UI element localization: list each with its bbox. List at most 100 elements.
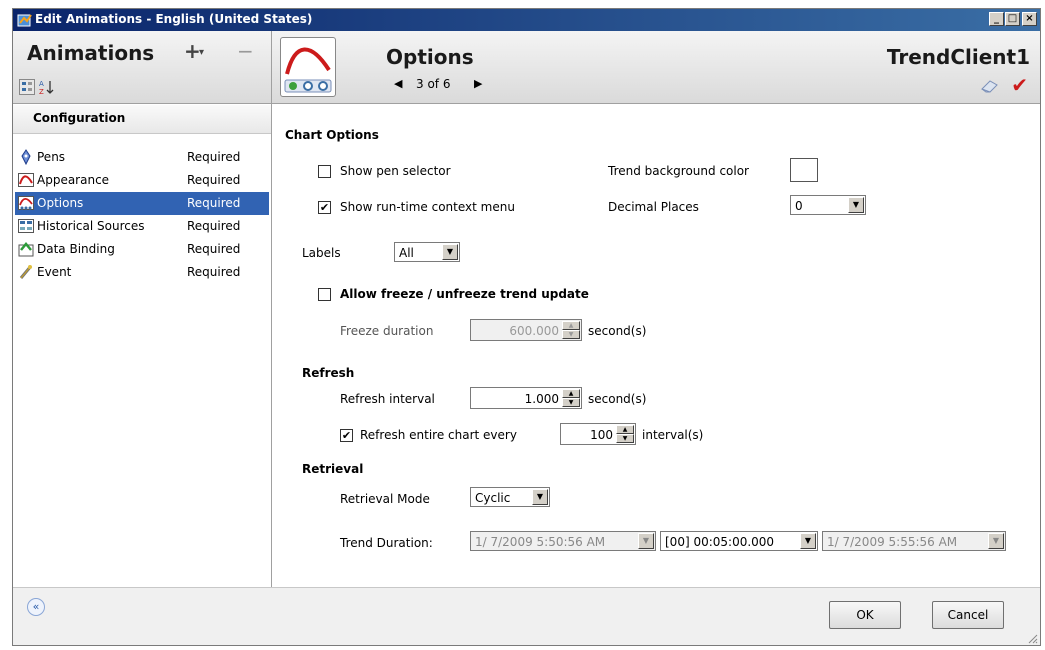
trend-duration-label: Trend Duration: (340, 536, 433, 550)
pager-text: 3 of 6 (416, 77, 451, 91)
categorized-view-icon[interactable] (19, 79, 35, 95)
refresh-interval-input[interactable]: 1.000 ▲ ▼ (470, 387, 582, 409)
app-icon (17, 14, 32, 27)
list-item-name: Event (37, 265, 72, 279)
trend-options-icon (280, 37, 336, 97)
chart-options-heading: Chart Options (285, 128, 379, 142)
trend-end-select[interactable]: 1/ 7/2009 5:55:56 AM ▼ (822, 531, 1006, 551)
svg-text:A: A (39, 80, 44, 88)
resize-grip-icon[interactable] (1026, 632, 1038, 644)
chevron-down-icon[interactable]: ▼ (532, 489, 548, 505)
show-pen-selector-checkbox[interactable] (318, 165, 331, 178)
data-binding-icon (18, 242, 34, 257)
list-item-name: Options (37, 196, 84, 210)
refresh-heading: Refresh (302, 366, 355, 380)
list-item-data-binding[interactable]: Data Binding Required (15, 238, 269, 261)
labels-value: All (399, 246, 414, 260)
allow-freeze-label: Allow freeze / unfreeze trend update (340, 287, 589, 301)
ok-button[interactable]: OK (829, 601, 901, 629)
retrieval-mode-value: Cyclic (475, 491, 511, 505)
eraser-icon[interactable] (980, 79, 1000, 93)
refresh-entire-spinner[interactable]: ▲ ▼ (616, 425, 634, 443)
retrieval-mode-select[interactable]: Cyclic ▼ (470, 487, 550, 507)
animations-pane: Animations + ▾ − A Z Configuration Pens … (13, 31, 272, 607)
show-context-menu-checkbox[interactable]: ✔ (318, 201, 331, 214)
list-item-status: Required (187, 242, 241, 256)
chevron-down-icon[interactable]: ▼ (988, 533, 1004, 549)
minimize-button[interactable]: _ (989, 12, 1004, 26)
list-item-status: Required (187, 150, 241, 164)
list-item-status: Required (187, 265, 241, 279)
dialog-footer: « OK Cancel (13, 587, 1040, 645)
list-item-event[interactable]: Event Required (15, 261, 269, 284)
show-context-menu-label: Show run-time context menu (340, 200, 515, 214)
maximize-button[interactable]: □ (1005, 12, 1020, 26)
list-item-historical-sources[interactable]: Historical Sources Required (15, 215, 269, 238)
list-item-status: Required (187, 196, 241, 210)
previous-page-icon[interactable]: ◀ (394, 77, 402, 90)
options-header: Options ◀ 3 of 6 ▶ TrendClient1 ✔ (272, 31, 1040, 104)
confirm-check-icon[interactable]: ✔ (1011, 73, 1028, 97)
list-item-name: Data Binding (37, 242, 115, 256)
list-item-status: Required (187, 219, 241, 233)
sort-alphabetical-icon[interactable]: A Z (39, 79, 55, 95)
chevron-down-icon[interactable]: ▼ (638, 533, 654, 549)
decimal-places-label: Decimal Places (608, 200, 699, 214)
trend-start-value: 1/ 7/2009 5:50:56 AM (475, 535, 606, 549)
chevron-down-icon[interactable]: ▼ (800, 533, 816, 549)
cancel-button[interactable]: Cancel (932, 601, 1004, 629)
list-item-name: Appearance (37, 173, 110, 187)
freeze-duration-label: Freeze duration (340, 324, 434, 338)
list-item-name: Historical Sources (37, 219, 145, 233)
labels-select[interactable]: All ▼ (394, 242, 460, 262)
freeze-duration-spinner[interactable]: ▲ ▼ (562, 321, 580, 339)
list-item-pens[interactable]: Pens Required (15, 146, 269, 169)
window-title: Edit Animations - English (United States… (35, 12, 313, 26)
refresh-entire-unit: interval(s) (642, 428, 704, 442)
next-page-icon[interactable]: ▶ (474, 77, 482, 90)
chevron-down-icon[interactable]: ▼ (442, 244, 458, 260)
trend-background-color-swatch[interactable] (790, 158, 818, 182)
animations-title: Animations (27, 41, 155, 65)
list-item-appearance[interactable]: Appearance Required (15, 169, 269, 192)
refresh-entire-label: Refresh entire chart every (360, 428, 517, 442)
options-form: Chart Options Show pen selector Trend ba… (272, 104, 1040, 607)
close-button[interactable]: × (1022, 12, 1037, 26)
animations-header: Animations + ▾ − A Z (13, 31, 271, 104)
refresh-interval-spinner[interactable]: ▲ ▼ (562, 389, 580, 407)
refresh-interval-value: 1.000 (524, 392, 559, 406)
collapse-pane-icon[interactable]: « (27, 598, 45, 616)
remove-animation-button[interactable]: − (237, 39, 254, 63)
trend-background-color-label: Trend background color (608, 164, 749, 178)
refresh-interval-label: Refresh interval (340, 392, 435, 406)
options-pane: Options ◀ 3 of 6 ▶ TrendClient1 ✔ Chart … (272, 31, 1040, 607)
edit-animations-window: Edit Animations - English (United States… (12, 8, 1041, 646)
options-icon (18, 196, 34, 210)
refresh-entire-checkbox[interactable]: ✔ (340, 429, 353, 442)
refresh-entire-input[interactable]: 100 ▲ ▼ (560, 423, 636, 445)
trend-duration-select[interactable]: [00] 00:05:00.000 ▼ (660, 531, 818, 551)
labels-label: Labels (302, 246, 341, 260)
chevron-down-icon[interactable]: ▼ (848, 197, 864, 213)
event-icon (19, 265, 33, 279)
configuration-header: Configuration (13, 105, 271, 134)
decimal-places-select[interactable]: 0 ▼ (790, 195, 866, 215)
refresh-entire-value: 100 (590, 428, 613, 442)
freeze-duration-input[interactable]: 600.000 ▲ ▼ (470, 319, 582, 341)
historical-sources-icon (18, 219, 34, 233)
title-bar[interactable]: Edit Animations - English (United States… (13, 9, 1040, 31)
configuration-label: Configuration (33, 111, 126, 125)
trend-duration-value: [00] 00:05:00.000 (665, 535, 775, 549)
add-dropdown-icon[interactable]: ▾ (199, 47, 204, 58)
trend-start-select[interactable]: 1/ 7/2009 5:50:56 AM ▼ (470, 531, 656, 551)
list-item-status: Required (187, 173, 241, 187)
pen-icon (21, 149, 31, 165)
show-pen-selector-label: Show pen selector (340, 164, 451, 178)
animation-list: Pens Required Appearance Required Option… (13, 146, 271, 284)
appearance-icon (18, 173, 34, 187)
list-item-options[interactable]: Options Required (15, 192, 269, 215)
allow-freeze-checkbox[interactable] (318, 288, 331, 301)
page-title: Options (386, 45, 474, 69)
client-name: TrendClient1 (886, 45, 1030, 69)
refresh-interval-unit: second(s) (588, 392, 647, 406)
